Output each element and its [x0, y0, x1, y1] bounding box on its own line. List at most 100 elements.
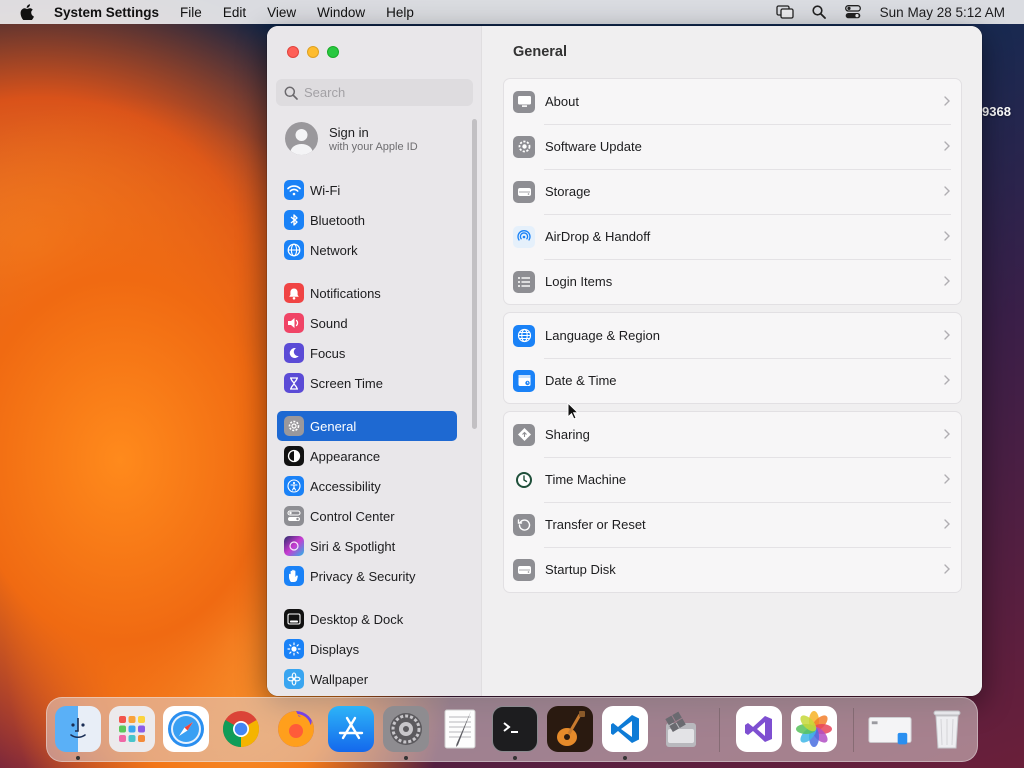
settings-group-misc: Sharing Time Machine Transfer or Reset S… — [503, 411, 962, 593]
system-settings-window: Sign in with your Apple ID Wi-Fi Bluetoo… — [267, 26, 982, 696]
privacy-hand-icon — [284, 566, 304, 586]
firefox-icon[interactable] — [273, 706, 319, 752]
sidebar-item-displays[interactable]: Displays — [277, 634, 457, 664]
apple-menu-icon[interactable] — [18, 3, 36, 21]
sidebar-item-label: Displays — [310, 641, 360, 657]
row-software-update[interactable]: Software Update — [504, 124, 961, 169]
sidebar-item-control-center[interactable]: Control Center — [277, 501, 457, 531]
screen-mirroring-icon[interactable] — [776, 3, 794, 21]
safari-icon[interactable] — [163, 706, 209, 752]
sidebar-item-label: Network — [310, 242, 358, 258]
sidebar-item-appearance[interactable]: Appearance — [277, 441, 457, 471]
row-date-time[interactable]: Date & Time — [504, 358, 961, 403]
finder-icon[interactable] — [55, 706, 101, 752]
garageband-icon[interactable] — [547, 706, 593, 752]
dock — [46, 697, 978, 762]
row-label: About — [545, 94, 579, 109]
sidebar-item-screen-time[interactable]: Screen Time — [277, 368, 457, 398]
sidebar-item-label: Siri & Spotlight — [310, 538, 396, 554]
sidebar-item-bluetooth[interactable]: Bluetooth — [277, 205, 457, 235]
sidebar-item-sound[interactable]: Sound — [277, 308, 457, 338]
sidebar-item-desktop-dock[interactable]: Desktop & Dock — [277, 604, 457, 634]
launchpad-icon[interactable] — [109, 706, 155, 752]
wallpaper-icon — [284, 669, 304, 689]
chevron-right-icon — [944, 276, 950, 286]
row-label: Time Machine — [545, 472, 627, 487]
storage-drive-icon — [513, 180, 535, 203]
control-center-icon[interactable] — [844, 3, 862, 21]
network-globe-icon — [284, 240, 304, 260]
running-indicator — [76, 756, 80, 760]
control-center-icon — [284, 506, 304, 526]
sidebar-item-siri-spotlight[interactable]: Siri & Spotlight — [277, 531, 457, 561]
view-menu[interactable]: View — [267, 5, 296, 20]
row-storage[interactable]: Storage — [504, 169, 961, 214]
row-label: Sharing — [545, 427, 590, 442]
chevron-right-icon — [944, 519, 950, 529]
sidebar-item-label: Control Center — [310, 508, 395, 524]
spotlight-search-icon[interactable] — [810, 3, 828, 21]
row-startup-disk[interactable]: Startup Disk — [504, 547, 961, 592]
row-time-machine[interactable]: Time Machine — [504, 457, 961, 502]
sidebar-item-label: Bluetooth — [310, 212, 365, 228]
minimize-window-button[interactable] — [307, 46, 319, 58]
desktop-dock-icon — [284, 609, 304, 629]
visual-studio-icon[interactable] — [736, 706, 782, 752]
close-window-button[interactable] — [287, 46, 299, 58]
row-airdrop-handoff[interactable]: AirDrop & Handoff — [504, 214, 961, 259]
language-globe-icon — [513, 324, 535, 347]
search-input[interactable] — [304, 85, 464, 100]
sidebar-scrollbar[interactable] — [472, 119, 477, 429]
textedit-icon[interactable] — [437, 706, 483, 752]
sidebar-item-label: Focus — [310, 345, 346, 361]
app-name-menu[interactable]: System Settings — [54, 5, 159, 20]
chevron-right-icon — [944, 564, 950, 574]
row-about[interactable]: About — [504, 79, 961, 124]
edit-menu[interactable]: Edit — [223, 5, 246, 20]
menu-bar-clock[interactable]: Sun May 28 5:12 AM — [880, 5, 1005, 20]
sidebar-item-privacy-security[interactable]: Privacy & Security — [277, 561, 457, 591]
row-language-region[interactable]: Language & Region — [504, 313, 961, 358]
chevron-right-icon — [944, 429, 950, 439]
app-store-icon[interactable] — [328, 706, 374, 752]
help-menu[interactable]: Help — [386, 5, 414, 20]
sidebar-item-label: Wallpaper — [310, 671, 369, 687]
row-transfer-reset[interactable]: Transfer or Reset — [504, 502, 961, 547]
sidebar-item-wifi[interactable]: Wi-Fi — [277, 175, 457, 205]
photos-icon[interactable] — [791, 706, 837, 752]
mouse-cursor-icon — [567, 402, 579, 420]
date-time-calendar-icon — [513, 369, 535, 392]
sidebar-item-wallpaper[interactable]: Wallpaper — [277, 664, 457, 694]
sidebar-search[interactable] — [276, 79, 473, 106]
preview-window-icon[interactable] — [867, 706, 913, 752]
window-menu[interactable]: Window — [317, 5, 365, 20]
apple-id-signin[interactable]: Sign in with your Apple ID — [285, 122, 418, 155]
sidebar-item-general[interactable]: General — [277, 411, 457, 441]
sidebar-item-label: General — [310, 418, 357, 434]
sidebar-item-accessibility[interactable]: Accessibility — [277, 471, 457, 501]
sidebar-item-focus[interactable]: Focus — [277, 338, 457, 368]
zoom-window-button[interactable] — [327, 46, 339, 58]
row-label: Language & Region — [545, 328, 660, 343]
startup-disk-icon — [513, 558, 535, 581]
system-settings-icon[interactable] — [383, 706, 429, 752]
bootcamp-icon[interactable] — [657, 706, 703, 752]
terminal-icon[interactable] — [492, 706, 538, 752]
chrome-icon[interactable] — [218, 706, 264, 752]
vscode-icon[interactable] — [602, 706, 648, 752]
sidebar-item-label: Privacy & Security — [310, 568, 416, 584]
row-login-items[interactable]: Login Items — [504, 259, 961, 304]
time-machine-icon — [513, 469, 535, 491]
sidebar-item-notifications[interactable]: Notifications — [277, 278, 457, 308]
settings-group-system: About Software Update Storage AirDrop & … — [503, 78, 962, 305]
sidebar-item-label: Notifications — [310, 285, 381, 301]
sidebar-item-label: Sound — [310, 315, 348, 331]
chevron-right-icon — [944, 330, 950, 340]
airdrop-icon — [513, 225, 535, 248]
file-menu[interactable]: File — [180, 5, 202, 20]
trash-icon[interactable] — [924, 706, 970, 752]
bluetooth-icon — [284, 210, 304, 230]
sidebar-item-network[interactable]: Network — [277, 235, 457, 265]
displays-sun-icon — [284, 639, 304, 659]
sidebar-item-label: Desktop & Dock — [310, 611, 404, 627]
